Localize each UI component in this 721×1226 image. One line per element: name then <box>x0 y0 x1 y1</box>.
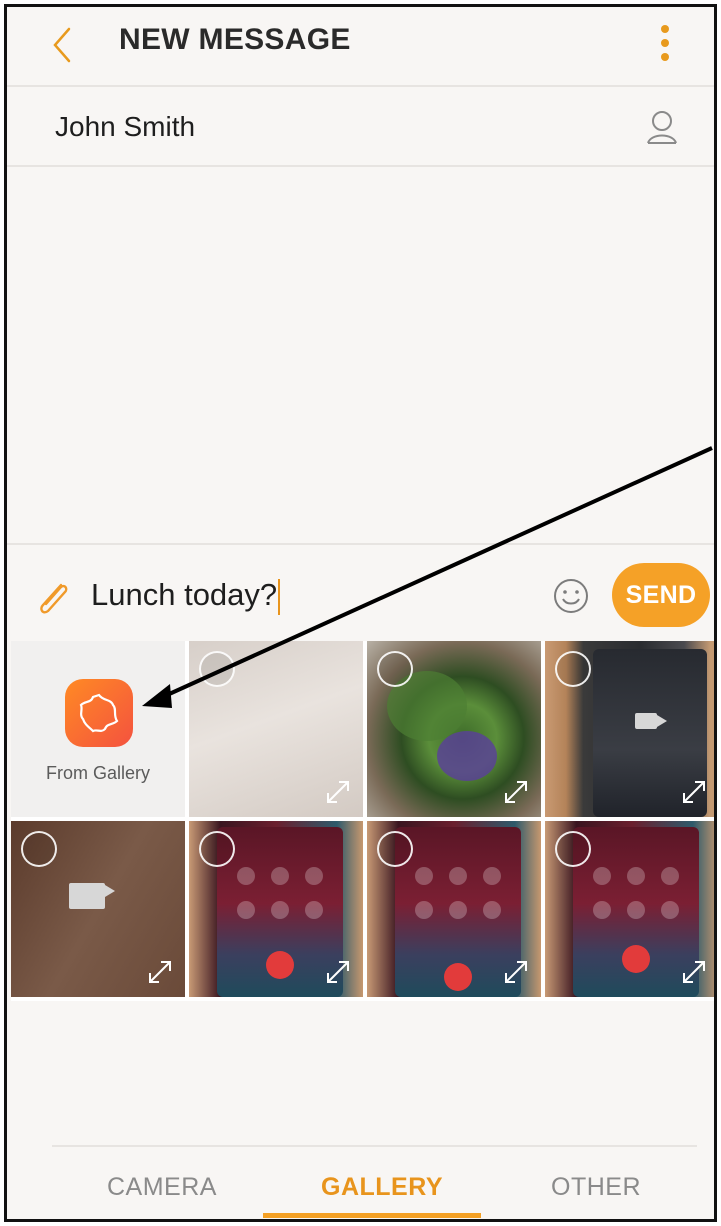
expand-icon[interactable] <box>501 957 531 987</box>
recipient-field[interactable]: John Smith <box>7 87 714 165</box>
gallery-thumbnail[interactable] <box>189 821 363 997</box>
message-input[interactable]: Lunch today? <box>91 577 281 615</box>
from-gallery-tile[interactable]: From Gallery <box>11 641 185 817</box>
tab-other[interactable]: OTHER <box>551 1173 641 1202</box>
tabs-divider <box>52 1145 697 1147</box>
gallery-thumbnail[interactable] <box>367 641 541 817</box>
end-call-icon <box>266 951 294 979</box>
select-circle[interactable] <box>555 651 591 687</box>
recipient-divider <box>7 165 714 167</box>
from-gallery-label: From Gallery <box>45 763 150 783</box>
gallery-thumbnail[interactable] <box>545 641 714 817</box>
select-circle[interactable] <box>377 831 413 867</box>
compose-bar: Lunch today? SEND <box>7 547 714 641</box>
select-circle[interactable] <box>199 831 235 867</box>
gallery-thumbnail[interactable] <box>11 821 185 997</box>
select-circle[interactable] <box>377 651 413 687</box>
gallery-thumbnail[interactable] <box>367 821 541 997</box>
gallery-app-icon <box>65 679 133 747</box>
tab-camera[interactable]: CAMERA <box>107 1173 217 1202</box>
active-tab-indicator <box>263 1213 481 1218</box>
end-call-icon <box>622 945 650 973</box>
video-camera-icon <box>635 713 667 729</box>
emoji-icon[interactable] <box>552 577 590 615</box>
video-camera-icon <box>69 883 115 909</box>
page-title: NEW MESSAGE <box>119 23 351 56</box>
flowers-shape <box>437 731 497 781</box>
select-circle[interactable] <box>21 831 57 867</box>
gallery-thumbnail[interactable] <box>545 821 714 997</box>
select-circle[interactable] <box>199 651 235 687</box>
phone-screen-frame: NEW MESSAGE John Smith Lunch today? SEND… <box>4 4 717 1222</box>
expand-icon[interactable] <box>679 957 709 987</box>
gallery-thumbnail[interactable] <box>189 641 363 817</box>
end-call-icon <box>444 963 472 991</box>
tab-gallery[interactable]: GALLERY <box>321 1173 443 1202</box>
expand-icon[interactable] <box>145 957 175 987</box>
select-circle[interactable] <box>555 831 591 867</box>
expand-icon[interactable] <box>323 777 353 807</box>
text-cursor <box>278 578 281 615</box>
gallery-grid: From Gallery <box>11 641 714 1001</box>
send-button[interactable]: SEND <box>612 563 710 627</box>
recipient-name: John Smith <box>55 111 196 142</box>
contact-icon[interactable] <box>643 107 681 149</box>
expand-icon[interactable] <box>501 777 531 807</box>
compose-divider <box>7 543 714 545</box>
more-options-icon[interactable] <box>655 21 675 69</box>
expand-icon[interactable] <box>679 777 709 807</box>
expand-icon[interactable] <box>323 957 353 987</box>
app-header: NEW MESSAGE <box>7 7 714 85</box>
attachment-icon[interactable] <box>31 575 75 619</box>
message-text: Lunch today? <box>91 577 278 612</box>
back-icon[interactable] <box>45 23 79 67</box>
